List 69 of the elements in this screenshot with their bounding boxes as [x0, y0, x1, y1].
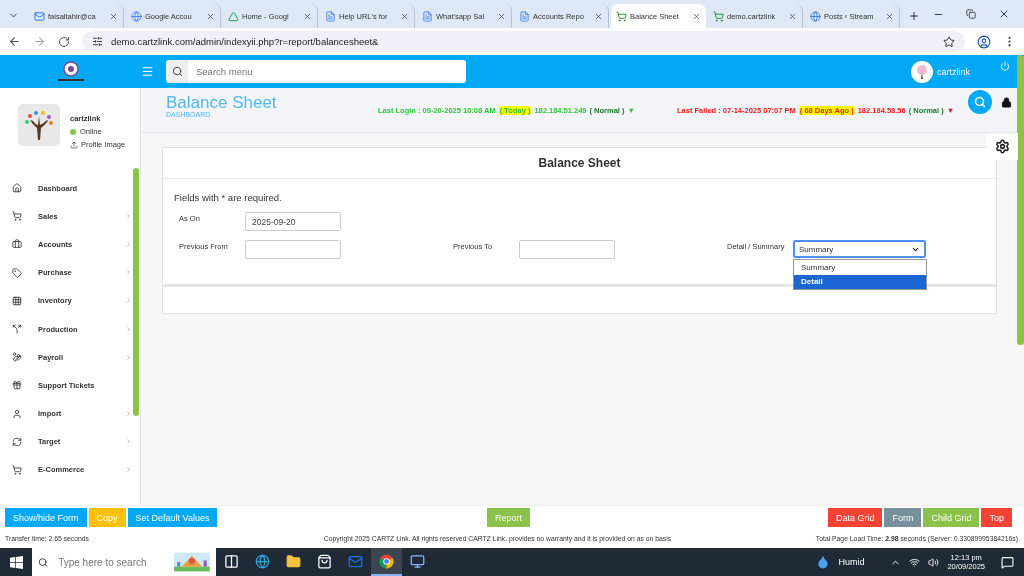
- grid-icon: [12, 295, 22, 306]
- search-field[interactable]: Type here to search: [56, 555, 167, 569]
- globe-icon: [255, 553, 270, 569]
- document-icon: [519, 10, 530, 22]
- monitor-icon: [410, 553, 425, 569]
- page-title: Balance Sheet: [166, 94, 278, 111]
- volume-icon[interactable]: [928, 556, 940, 568]
- taskbar-app[interactable]: [371, 548, 402, 576]
- cart-icon: [713, 10, 724, 22]
- input-field[interactable]: 2025-09-20: [245, 212, 341, 231]
- search-icon: [171, 66, 183, 77]
- cart-icon: [616, 10, 627, 22]
- card-title: Balance Sheet: [163, 148, 996, 179]
- close-icon[interactable]: [692, 11, 701, 21]
- split-icon: [12, 324, 22, 335]
- profile-icon[interactable]: [977, 34, 991, 49]
- search-button[interactable]: [968, 90, 992, 114]
- home-icon: [12, 183, 22, 194]
- mail-icon: [34, 10, 45, 22]
- hand-coins-icon: [12, 352, 22, 363]
- globe-icon: [131, 10, 142, 22]
- document-icon: [422, 10, 433, 22]
- menu-icon[interactable]: [141, 65, 154, 78]
- search-field[interactable]: Search menu: [188, 60, 466, 83]
- cart-icon: [12, 211, 22, 222]
- action-button[interactable]: Top: [981, 508, 1012, 527]
- mail-icon: [348, 553, 363, 569]
- droplet-icon: [816, 555, 831, 569]
- scrollbar-thumb[interactable]: [133, 168, 139, 416]
- address-bar[interactable]: demo.cartzlink.com/admin/indexyii.php?r=report/balancesheet&: [82, 31, 965, 52]
- notification-icon[interactable]: [1001, 555, 1014, 569]
- settings-icon: [994, 139, 1010, 154]
- document-icon: [325, 10, 336, 22]
- url-text: demo.cartzlink.com/admin/indexyii.php?r=report/balancesheet&: [111, 36, 380, 47]
- refresh-icon: [12, 436, 22, 447]
- wifi-icon[interactable]: [909, 556, 921, 568]
- search-icon: [974, 96, 986, 108]
- input-field[interactable]: [519, 240, 615, 259]
- globe-icon: [810, 10, 821, 22]
- gift-icon: [12, 380, 22, 391]
- action-button[interactable]: Data Grid: [827, 508, 883, 527]
- taskbar-search-box[interactable]: Type here to search: [32, 548, 216, 576]
- shopping-bag-icon: [317, 553, 332, 569]
- user-icon: [12, 408, 22, 419]
- briefcase-icon: [12, 239, 22, 250]
- folder-icon: [286, 553, 301, 569]
- windows-logo-icon: [9, 555, 23, 569]
- tag-icon: [12, 267, 22, 278]
- cart-icon: [12, 464, 22, 475]
- user-avatar[interactable]: [911, 60, 933, 83]
- input-field[interactable]: [245, 240, 341, 259]
- lock-icon[interactable]: [1001, 96, 1012, 108]
- reload-icon[interactable]: [58, 35, 70, 48]
- task-view-icon: [224, 553, 239, 569]
- search-icon: [38, 555, 49, 569]
- restore-icon[interactable]: [966, 9, 976, 19]
- bookmark-star-icon[interactable]: [943, 35, 955, 48]
- triangle-icon: [228, 10, 239, 22]
- weather-text[interactable]: Humid: [838, 557, 865, 567]
- select-field[interactable]: Summary: [793, 240, 926, 258]
- required-note: Fields with * are required.: [174, 192, 283, 203]
- chrome-icon: [379, 553, 394, 569]
- scrollbar-thumb[interactable]: [1017, 55, 1024, 345]
- site-settings-icon[interactable]: [92, 36, 103, 47]
- upload-icon: [70, 140, 78, 149]
- back-icon[interactable]: [8, 35, 21, 48]
- new-tab-icon[interactable]: [908, 10, 920, 22]
- close-icon[interactable]: [998, 8, 1010, 20]
- settings-button[interactable]: [986, 133, 1018, 160]
